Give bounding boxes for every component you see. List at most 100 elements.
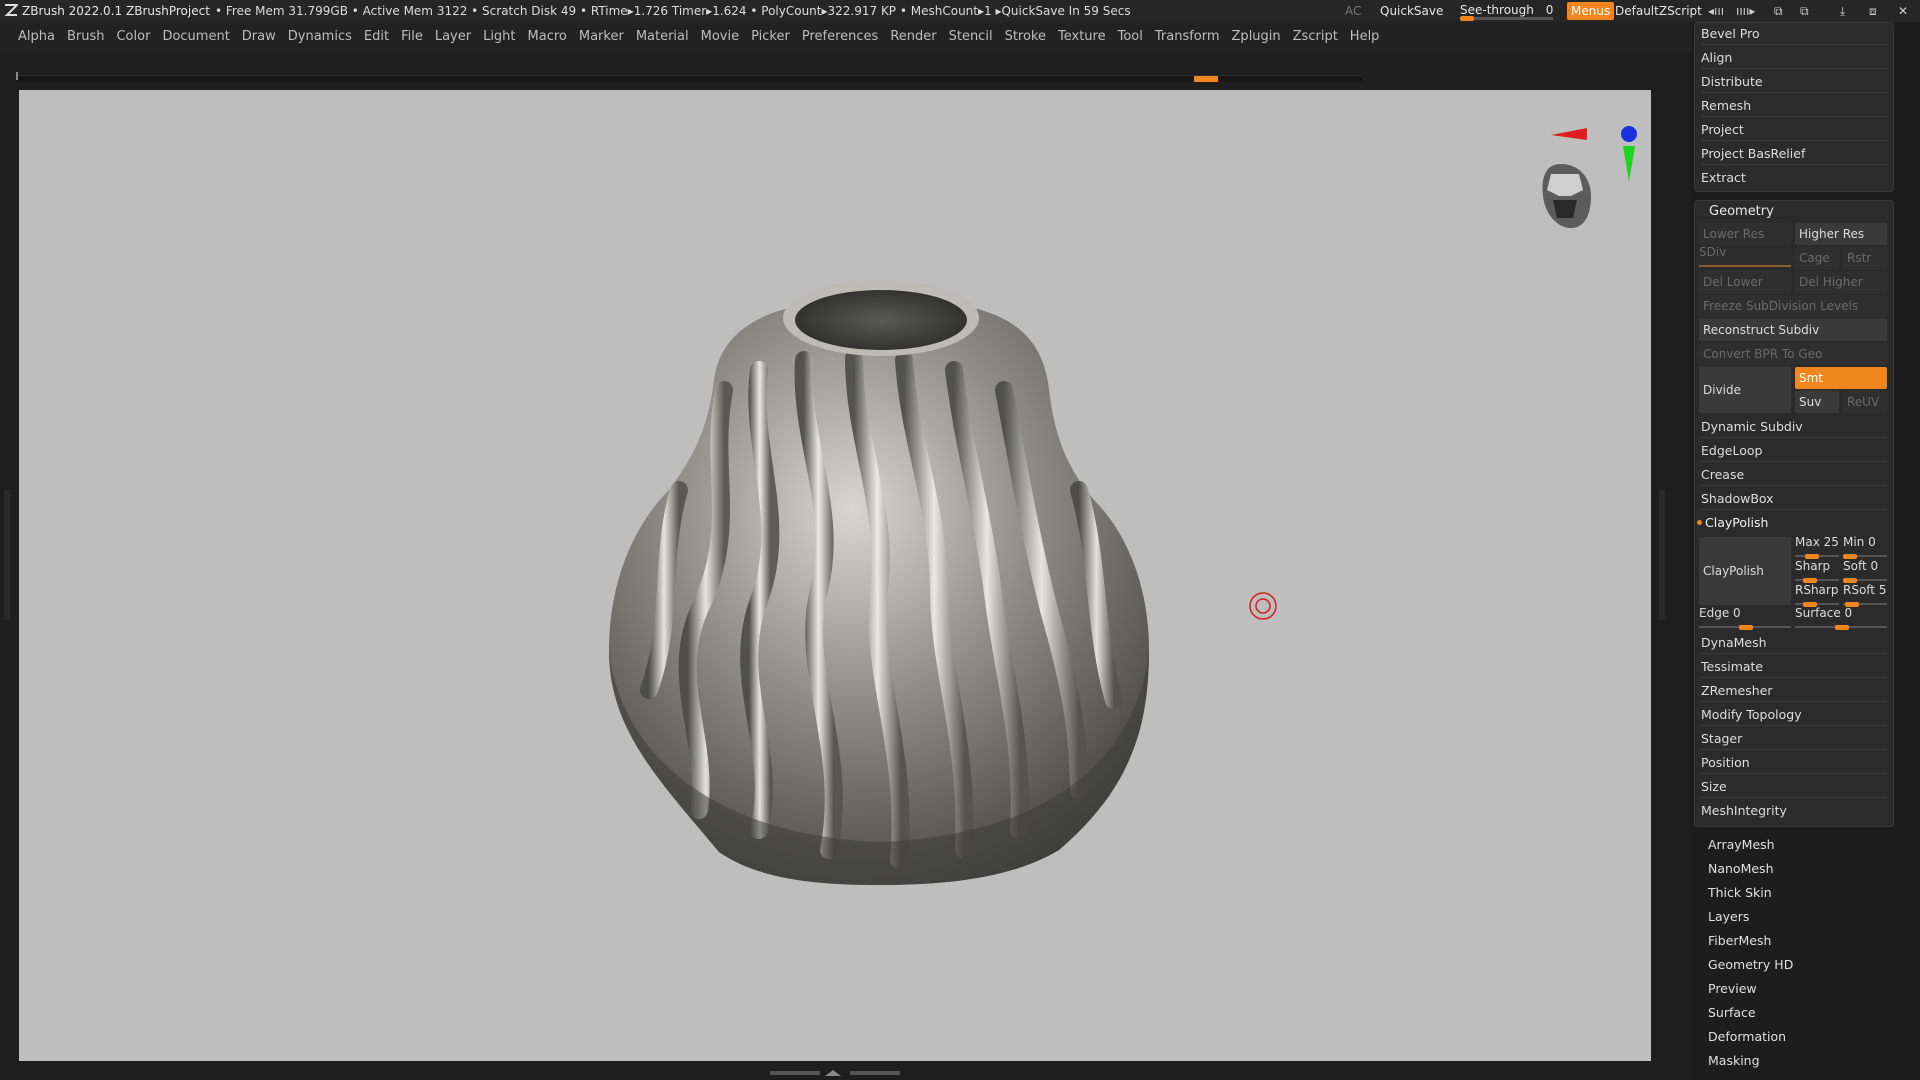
menu-edit[interactable]: Edit <box>359 22 396 52</box>
crease-button[interactable]: Crease <box>1701 464 1887 486</box>
bevel-pro-button[interactable]: Bevel Pro <box>1701 23 1887 45</box>
layers-item[interactable]: Layers <box>1708 906 1749 928</box>
min-slider[interactable]: Min 0 <box>1843 535 1887 559</box>
sharp-slider[interactable]: Sharp <box>1795 559 1839 583</box>
geometry-hd-item[interactable]: Geometry HD <box>1708 954 1793 976</box>
menu-material[interactable]: Material <box>631 22 696 52</box>
menu-tool[interactable]: Tool <box>1113 22 1150 52</box>
menu-render[interactable]: Render <box>885 22 943 52</box>
menu-movie[interactable]: Movie <box>696 22 746 52</box>
size-button[interactable]: Size <box>1701 776 1887 798</box>
timeline-marker[interactable] <box>1194 76 1218 82</box>
dynamic-subdiv-button[interactable]: Dynamic Subdiv <box>1701 416 1887 438</box>
menus-toggle[interactable]: Menus <box>1567 2 1615 20</box>
zremesher-button[interactable]: ZRemesher <box>1701 680 1887 702</box>
lower-res-button[interactable]: Lower Res <box>1699 223 1791 245</box>
deformation-item[interactable]: Deformation <box>1708 1026 1786 1048</box>
menu-alpha[interactable]: Alpha <box>0 22 62 52</box>
layout-next-icon[interactable]: ıııı▸ <box>1736 0 1755 22</box>
close-icon[interactable]: ✕ <box>1898 0 1908 22</box>
menu-marker[interactable]: Marker <box>574 22 631 52</box>
menu-zscript[interactable]: Zscript <box>1288 22 1345 52</box>
claypolish-header[interactable]: ClayPolish <box>1705 512 1885 534</box>
arraymesh-item[interactable]: ArrayMesh <box>1708 834 1775 856</box>
edgeloop-button[interactable]: EdgeLoop <box>1701 440 1887 462</box>
project-basrelief-button[interactable]: Project BasRelief <box>1701 143 1887 165</box>
higher-res-button[interactable]: Higher Res <box>1795 223 1887 245</box>
remesh-button[interactable]: Remesh <box>1701 95 1887 117</box>
quicksave-button[interactable]: QuickSave <box>1380 0 1443 22</box>
left-tray-grip[interactable] <box>4 490 10 620</box>
del-higher-button[interactable]: Del Higher <box>1795 271 1887 293</box>
convert-bpr-button[interactable]: Convert BPR To Geo <box>1699 343 1887 365</box>
menu-layer[interactable]: Layer <box>430 22 478 52</box>
geometry-header[interactable]: Geometry <box>1709 201 1774 223</box>
see-through-knob[interactable] <box>1460 16 1474 21</box>
layout-prev-icon[interactable]: ◂ııı <box>1708 0 1724 22</box>
menu-document[interactable]: Document <box>157 22 236 52</box>
menu-preferences[interactable]: Preferences <box>797 22 885 52</box>
menu-transform[interactable]: Transform <box>1150 22 1227 52</box>
claypolish-button[interactable]: ClayPolish <box>1699 537 1791 605</box>
preview-item[interactable]: Preview <box>1708 978 1757 1000</box>
layout-icon-b[interactable]: ⧉ <box>1800 0 1809 22</box>
menu-color[interactable]: Color <box>111 22 157 52</box>
modify-topology-button[interactable]: Modify Topology <box>1701 704 1887 726</box>
dynamesh-button[interactable]: DynaMesh <box>1701 632 1887 654</box>
layout-icon-a[interactable]: ⧉ <box>1774 0 1783 22</box>
del-lower-button[interactable]: Del Lower <box>1699 271 1791 293</box>
shadowbox-button[interactable]: ShadowBox <box>1701 488 1887 510</box>
suv-toggle[interactable]: Suv <box>1795 391 1839 413</box>
menu-macro[interactable]: Macro <box>523 22 574 52</box>
max-slider[interactable]: Max 25 <box>1795 535 1839 559</box>
freeze-subdivision-button[interactable]: Freeze SubDivision Levels <box>1699 295 1887 317</box>
sdiv-slider[interactable]: SDiv <box>1699 245 1791 269</box>
rsoft-slider[interactable]: RSoft 5 <box>1843 583 1887 607</box>
menu-dynamics[interactable]: Dynamics <box>283 22 359 52</box>
edge-slider[interactable]: Edge 0 <box>1699 606 1791 630</box>
menu-picker[interactable]: Picker <box>746 22 797 52</box>
rsharp-slider[interactable]: RSharp <box>1795 583 1839 607</box>
align-button[interactable]: Align <box>1701 47 1887 69</box>
menu-zplugin[interactable]: Zplugin <box>1227 22 1288 52</box>
ac-indicator[interactable]: AC <box>1345 0 1361 22</box>
stager-button[interactable]: Stager <box>1701 728 1887 750</box>
extract-button[interactable]: Extract <box>1701 167 1887 189</box>
distribute-button[interactable]: Distribute <box>1701 71 1887 93</box>
navigation-gyro-icon[interactable] <box>1531 118 1641 228</box>
cage-button[interactable]: Cage <box>1795 247 1839 269</box>
minimize-icon[interactable]: ⤓ <box>1840 0 1845 22</box>
project-button[interactable]: Project <box>1701 119 1887 141</box>
rstr-button[interactable]: Rstr <box>1843 247 1887 269</box>
right-tray-grip[interactable] <box>1659 490 1665 620</box>
divide-button[interactable]: Divide <box>1699 367 1791 413</box>
default-zscript-button[interactable]: DefaultZScript <box>1615 0 1702 22</box>
viewport-scroll-icon[interactable] <box>770 1068 900 1078</box>
menu-light[interactable]: Light <box>478 22 522 52</box>
menu-draw[interactable]: Draw <box>237 22 283 52</box>
surface-item[interactable]: Surface <box>1708 1002 1756 1024</box>
menu-texture[interactable]: Texture <box>1053 22 1113 52</box>
thick-skin-item[interactable]: Thick Skin <box>1708 882 1772 904</box>
menu-help[interactable]: Help <box>1345 22 1387 52</box>
menu-stencil[interactable]: Stencil <box>944 22 1000 52</box>
soft-slider[interactable]: Soft 0 <box>1843 559 1887 583</box>
see-through-slider[interactable]: See-through 0 <box>1460 1 1553 21</box>
reconstruct-subdiv-button[interactable]: Reconstruct Subdiv <box>1699 319 1887 341</box>
fibermesh-item[interactable]: FiberMesh <box>1708 930 1771 952</box>
timeline-track[interactable] <box>16 72 1362 82</box>
masking-item[interactable]: Masking <box>1708 1050 1760 1072</box>
restore-icon[interactable]: ⧈ <box>1869 0 1877 22</box>
menu-file[interactable]: File <box>396 22 430 52</box>
menu-brush[interactable]: Brush <box>62 22 112 52</box>
surface-slider[interactable]: Surface 0 <box>1795 606 1887 630</box>
nanomesh-item[interactable]: NanoMesh <box>1708 858 1774 880</box>
position-button[interactable]: Position <box>1701 752 1887 774</box>
tessimate-button[interactable]: Tessimate <box>1701 656 1887 678</box>
reuv-toggle[interactable]: ReUV <box>1843 391 1887 413</box>
meshintegrity-button[interactable]: MeshIntegrity <box>1701 800 1887 822</box>
zbrush-logo-icon[interactable] <box>4 3 18 17</box>
canvas-viewport[interactable] <box>19 90 1651 1061</box>
smt-toggle[interactable]: Smt <box>1795 367 1887 389</box>
vase-mesh-render[interactable] <box>19 90 1651 1061</box>
